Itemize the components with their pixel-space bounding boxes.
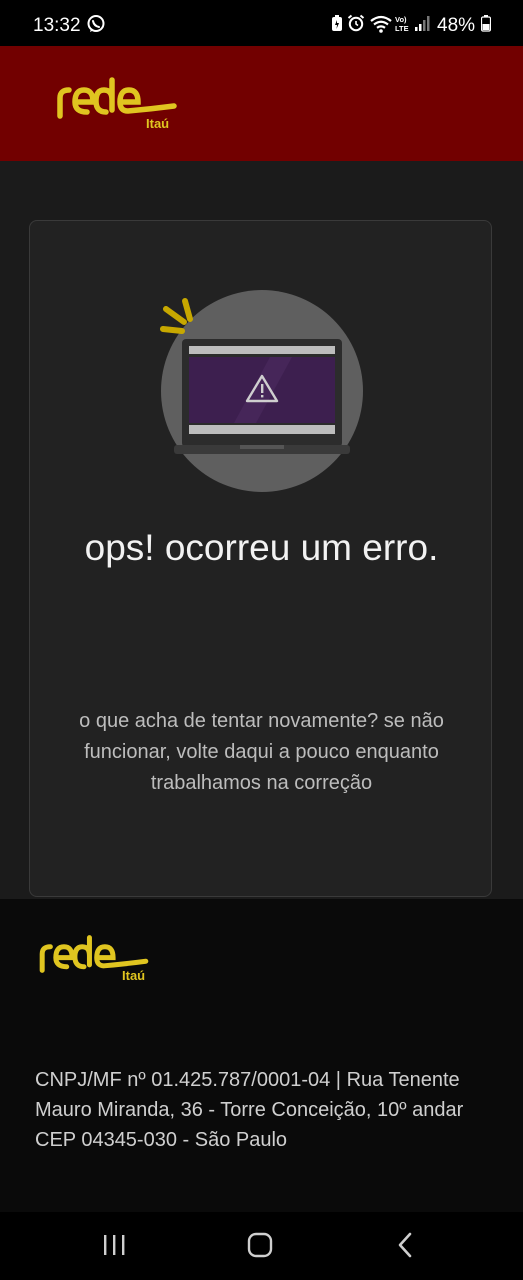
system-nav-bar xyxy=(0,1212,523,1280)
svg-text:LTE: LTE xyxy=(395,24,409,33)
volte-icon: Vo) LTE xyxy=(395,15,409,33)
footer-logo-itau-text: Itaú xyxy=(122,968,146,983)
app-header: Itaú xyxy=(0,46,523,161)
wifi-icon xyxy=(370,15,392,33)
battery-icon xyxy=(481,15,491,32)
svg-text:Vo): Vo) xyxy=(395,15,407,24)
laptop-warning-icon xyxy=(160,290,363,492)
signal-icon xyxy=(415,16,430,31)
error-message: o que acha de tentar novamente? se não f… xyxy=(79,710,444,794)
rede-itau-logo[interactable]: Itaú xyxy=(56,76,186,136)
error-title: ops! ocorreu um erro. xyxy=(84,527,439,568)
battery-saver-icon xyxy=(332,15,342,31)
error-card: ops! ocorreu um erro. o que acha de tent… xyxy=(29,220,492,897)
status-bar: 13:32 Vo) LTE 48% xyxy=(0,0,523,46)
logo-itau-text: Itaú xyxy=(146,116,170,131)
footer-address: CNPJ/MF nº 01.425.787/0001-04 | Rua Tene… xyxy=(35,1069,464,1151)
back-icon[interactable] xyxy=(396,1232,416,1258)
status-time: 13:32 xyxy=(33,15,81,36)
recent-apps-icon[interactable] xyxy=(102,1232,126,1258)
whatsapp-icon xyxy=(87,15,105,32)
battery-percent: 48% xyxy=(437,15,476,36)
footer-rede-logo: Itaú xyxy=(33,934,163,989)
rede-logo-mark xyxy=(57,77,177,119)
alarm-icon xyxy=(347,14,365,32)
home-icon[interactable] xyxy=(247,1232,273,1258)
page-footer: Itaú CNPJ/MF nº 01.425.787/0001-04 | Rua… xyxy=(0,899,523,1212)
